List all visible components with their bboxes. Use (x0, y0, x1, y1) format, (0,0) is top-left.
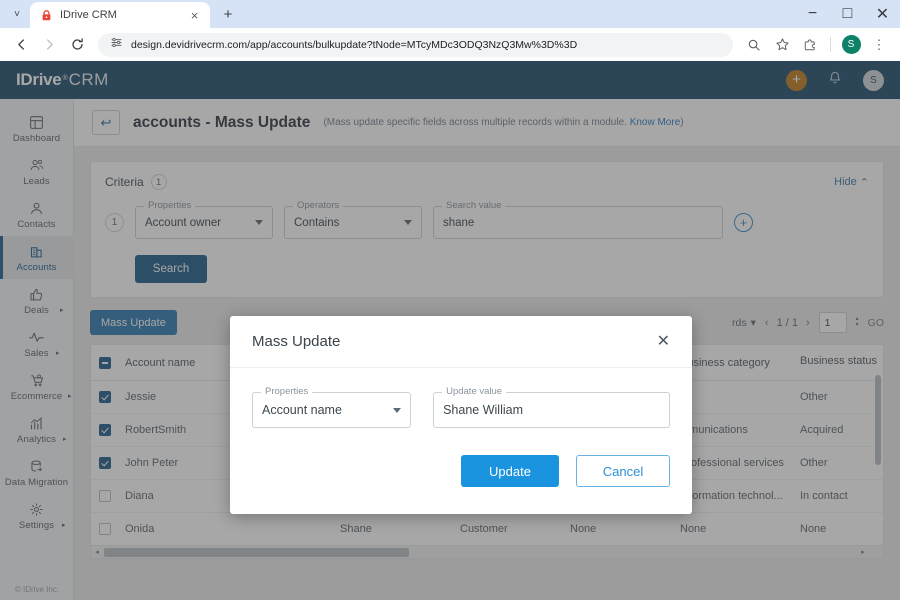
update-button[interactable]: Update (461, 455, 559, 487)
browser-menu-icon[interactable]: ⋮ (866, 32, 892, 58)
browser-toolbar: design.devidrivecrm.com/app/accounts/bul… (0, 28, 900, 61)
avatar[interactable]: S (838, 32, 864, 58)
modal-properties-label: Properties (261, 386, 312, 397)
modal-title: Mass Update (252, 333, 340, 350)
profile-initial: S (842, 35, 861, 54)
site-settings-icon[interactable] (110, 36, 123, 54)
modal-body: Properties Account name Update value Sha… (230, 368, 692, 428)
back-button[interactable] (8, 32, 34, 58)
new-tab-button[interactable]: + (215, 1, 241, 27)
modal-update-value-text: Shane William (443, 403, 523, 417)
star-icon[interactable] (769, 32, 795, 58)
chevron-down-icon (393, 408, 401, 413)
window-close-button[interactable]: ✕ (865, 0, 900, 28)
window-maximize-button[interactable]: □ (830, 0, 865, 28)
update-button-focus-ring: Update (454, 448, 566, 494)
url-text: design.devidrivecrm.com/app/accounts/bul… (131, 39, 577, 51)
tab-search-button[interactable]: ˅ (4, 1, 30, 27)
window-minimize-button[interactable]: − (795, 0, 830, 28)
search-icon[interactable] (741, 32, 767, 58)
modal-update-value-input[interactable]: Update value Shane William (433, 392, 670, 428)
tab-strip: ˅ IDrive CRM × + − □ ✕ (0, 0, 900, 28)
address-bar[interactable]: design.devidrivecrm.com/app/accounts/bul… (98, 33, 733, 57)
modal-footer: Update Cancel (230, 428, 692, 514)
forward-button[interactable] (36, 32, 62, 58)
modal-properties-select[interactable]: Properties Account name (252, 392, 411, 428)
modal-update-value-label: Update value (442, 386, 506, 397)
idrive-lock-favicon (40, 9, 53, 22)
window-controls: − □ ✕ (795, 0, 900, 28)
toolbar-actions: S ⋮ (741, 32, 892, 58)
tab-close-icon[interactable]: × (187, 8, 202, 23)
browser-tab[interactable]: IDrive CRM × (30, 2, 210, 28)
browser-window: ˅ IDrive CRM × + − □ ✕ (0, 0, 900, 600)
page-viewport: IDrive ® CRM + S Dashboard (0, 61, 900, 600)
cancel-button[interactable]: Cancel (576, 455, 670, 487)
close-icon[interactable]: ✕ (657, 334, 670, 350)
reload-button[interactable] (64, 32, 90, 58)
puzzle-icon[interactable] (797, 32, 823, 58)
tab-title: IDrive CRM (60, 9, 180, 21)
modal-properties-value: Account name (262, 403, 342, 417)
chevron-down-icon: ˅ (14, 9, 20, 20)
toolbar-divider (830, 37, 831, 52)
mass-update-modal: Mass Update ✕ Properties Account name Up… (230, 316, 692, 514)
modal-header: Mass Update ✕ (230, 316, 692, 368)
